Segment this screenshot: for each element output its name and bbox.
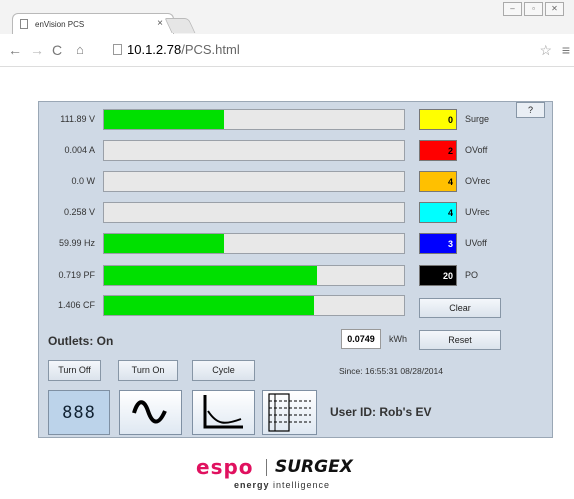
measurement-label: 0.0 W [71, 176, 95, 186]
list-icon [268, 393, 311, 432]
measurement-label: 1.406 CF [57, 300, 95, 310]
bookmark-star-icon[interactable]: ☆ [539, 42, 552, 59]
kwh-unit: kWh [389, 334, 407, 344]
event-counter-label: UVrec [465, 207, 490, 217]
tab-title: enVision PCS [35, 20, 85, 29]
seven-segment-icon: 888 [62, 402, 96, 423]
window-controls: ‒ ▫ ✕ [501, 2, 564, 16]
waveform-view-button[interactable] [119, 390, 182, 435]
measurement-bar-fill [104, 110, 224, 129]
url-path: /PCS.html [181, 42, 240, 57]
measurement-label: 0.719 PF [58, 270, 95, 280]
sine-wave-icon [132, 400, 167, 424]
espo-logo-text: espo [196, 455, 254, 479]
event-counter: 2 [419, 140, 457, 161]
kwh-value: 0.0749 [341, 329, 381, 349]
outlets-status: Outlets: On [48, 334, 114, 348]
event-counter: 4 [419, 202, 457, 223]
event-counter-label: UVoff [465, 238, 487, 248]
reset-button[interactable]: Reset [419, 330, 501, 350]
back-icon[interactable]: ← [8, 42, 22, 58]
tab-close-icon[interactable]: × [157, 18, 163, 29]
minimize-icon[interactable]: ‒ [503, 2, 522, 16]
close-window-icon[interactable]: ✕ [545, 2, 564, 16]
event-counter: 0 [419, 109, 457, 130]
event-counter-label: OVoff [465, 145, 488, 155]
event-counter-label: Surge [465, 114, 490, 124]
event-counter: 3 [419, 233, 457, 254]
logo-tagline: energy intelligence [234, 480, 330, 490]
home-icon[interactable]: ⌂ [76, 42, 84, 57]
measurement-bar [103, 171, 405, 192]
chart-icon [203, 395, 243, 429]
help-button[interactable]: ? [516, 102, 545, 118]
measurement-bar [103, 140, 405, 161]
event-counter: 20 [419, 265, 457, 286]
measurement-bar-fill [104, 296, 314, 315]
graph-view-button[interactable] [192, 390, 255, 435]
user-id: User ID: Rob's EV [330, 405, 432, 419]
page-icon [20, 19, 28, 29]
address-bar: ← → C ⌂ 10.1.2.78/PCS.html ☆ ≡ [0, 34, 574, 67]
measurement-bar [103, 265, 405, 286]
measurement-bar-fill [104, 266, 317, 285]
reload-icon[interactable]: C [52, 42, 62, 58]
pcs-panel: ? 111.89 V 0.004 A 0.0 W 0.258 V 59.99 Hz 0.7… [38, 101, 553, 438]
measurement-label: 111.89 V [60, 114, 95, 124]
measurement-label: 0.258 V [63, 207, 95, 217]
measurement-bar [103, 295, 405, 316]
since-timestamp: Since: 16:55:31 08/28/2014 [339, 366, 443, 376]
measurement-bar-fill [104, 234, 224, 253]
browser-tabstrip: enVision PCS × ‒ ▫ ✕ [0, 0, 574, 35]
forward-icon[interactable]: → [30, 42, 44, 58]
event-counter: 4 [419, 171, 457, 192]
table-view-button[interactable] [262, 390, 317, 435]
brand-logo: espo SURGEX energy intelligence [196, 455, 396, 495]
tagline-bold: energy [234, 480, 270, 490]
measurement-bar [103, 109, 405, 130]
measurement-bar [103, 202, 405, 223]
surgex-logo-text: SURGEX [275, 457, 353, 477]
maximize-icon[interactable]: ▫ [524, 2, 543, 16]
turn-off-button[interactable]: Turn Off [48, 360, 101, 381]
browser-tab[interactable]: enVision PCS × [12, 13, 174, 35]
clear-button[interactable]: Clear [419, 298, 501, 318]
cycle-button[interactable]: Cycle [192, 360, 255, 381]
document-icon [113, 44, 122, 55]
event-counter-label: PO [465, 270, 479, 280]
measurement-label: 59.99 Hz [58, 238, 95, 248]
measurement-bar [103, 233, 405, 254]
logo-divider [266, 459, 267, 476]
meter-view-button[interactable]: 888 [48, 390, 110, 435]
url-field[interactable]: 10.1.2.78/PCS.html [107, 41, 547, 59]
menu-icon[interactable]: ≡ [562, 42, 570, 58]
url-host: 10.1.2.78 [127, 42, 182, 57]
event-counter-label: OVrec [465, 176, 491, 186]
tagline-rest: intelligence [269, 480, 331, 490]
turn-on-button[interactable]: Turn On [118, 360, 178, 381]
measurement-label: 0.004 A [64, 145, 95, 155]
